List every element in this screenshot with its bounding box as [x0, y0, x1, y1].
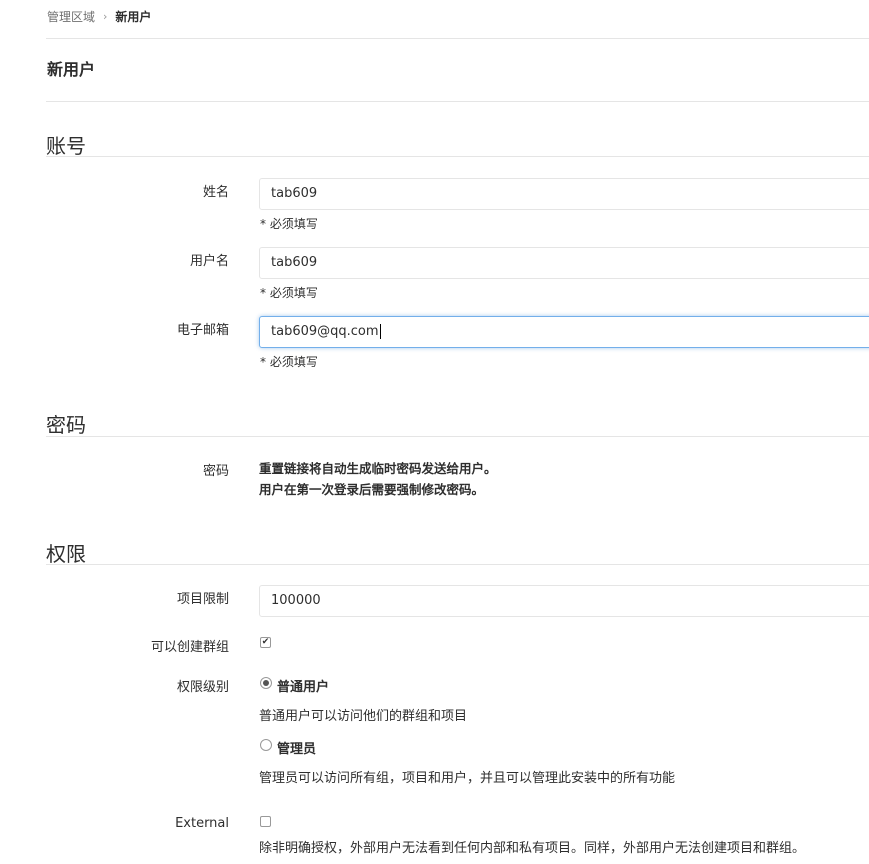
username-input[interactable]: tab609: [259, 247, 869, 279]
regular-user-radio[interactable]: [260, 677, 272, 689]
external-description: 除非明确授权，外部用户无法看到任何内部和私有项目。同样，外部用户无法创建项目和群…: [259, 841, 806, 856]
page-title: 新用户: [47, 60, 96, 79]
password-note-line1: 重置链接将自动生成临时密码发送给用户。: [259, 461, 497, 476]
email-help: * 必须填写: [260, 355, 318, 369]
regular-user-radio-label[interactable]: 普通用户: [277, 676, 329, 695]
divider: [46, 436, 869, 437]
password-note: 重置链接将自动生成临时密码发送给用户。 用户在第一次登录后需要强制修改密码。: [259, 458, 497, 500]
breadcrumb: 管理区域 › 新用户: [47, 8, 151, 25]
external-checkbox[interactable]: [260, 816, 271, 827]
breadcrumb-admin-area-link[interactable]: 管理区域: [47, 8, 95, 25]
admin-description: 管理员可以访问所有组，项目和用户，并且可以管理此安装中的所有功能: [259, 771, 676, 786]
name-input[interactable]: tab609: [259, 178, 869, 210]
email-input[interactable]: tab609@qq.com: [259, 316, 869, 348]
access-level-label: 权限级别: [176, 680, 229, 695]
email-label: 电子邮箱: [176, 323, 229, 338]
section-title-password: 密码: [46, 413, 86, 437]
section-title-permissions: 权限: [46, 542, 86, 566]
breadcrumb-current: 新用户: [115, 10, 152, 24]
chevron-right-icon: ›: [103, 10, 108, 23]
text-caret: [379, 324, 381, 339]
projects-limit-label: 项目限制: [176, 592, 229, 607]
password-label: 密码: [202, 464, 229, 479]
username-label: 用户名: [189, 254, 229, 269]
password-note-line2: 用户在第一次登录后需要强制修改密码。: [259, 482, 485, 497]
divider: [46, 38, 869, 39]
name-help: * 必须填写: [260, 217, 318, 231]
admin-radio[interactable]: [260, 739, 272, 751]
divider: [46, 101, 869, 102]
regular-user-description: 普通用户可以访问他们的群组和项目: [259, 709, 468, 724]
divider: [46, 156, 869, 157]
radio-selected-dot: [263, 680, 269, 686]
external-label: External: [175, 816, 229, 831]
section-title-account: 账号: [46, 134, 86, 158]
can-create-group-label: 可以创建群组: [150, 640, 229, 655]
admin-radio-label[interactable]: 管理员: [277, 738, 316, 757]
name-label: 姓名: [202, 185, 229, 200]
divider: [46, 564, 869, 565]
can-create-group-checkbox[interactable]: ✔: [260, 637, 271, 648]
email-input-value: tab609@qq.com: [271, 324, 379, 339]
projects-limit-input[interactable]: 100000: [259, 585, 869, 617]
username-help: * 必须填写: [260, 286, 318, 300]
